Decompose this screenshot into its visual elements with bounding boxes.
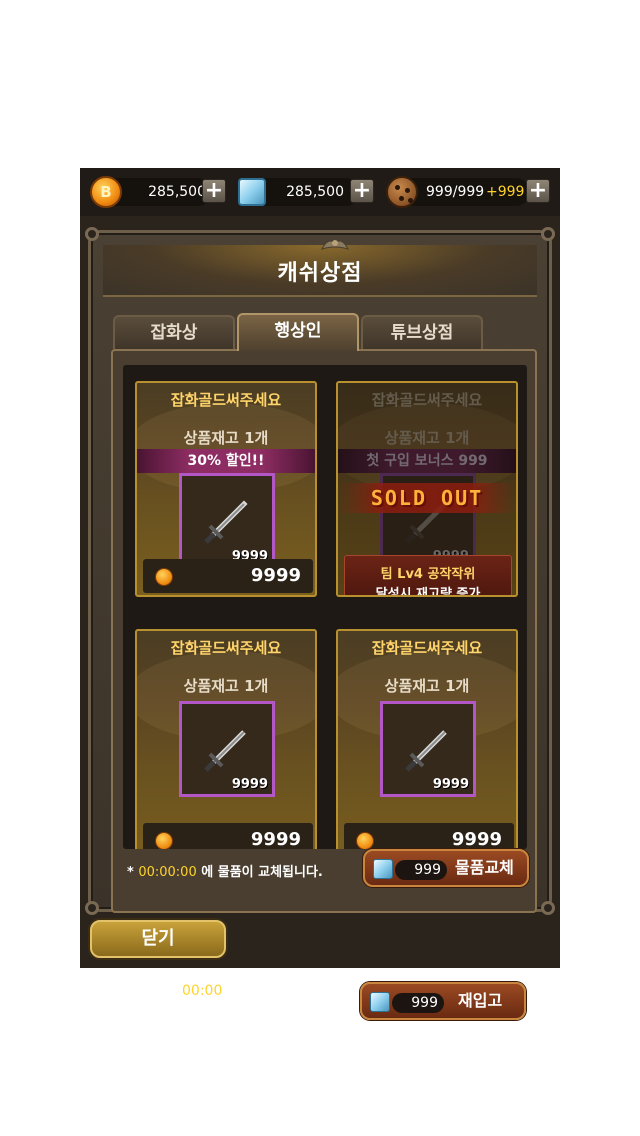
crystal-value: 285,500	[286, 184, 344, 200]
refresh-timer-notice: * 00:00:00 에 물품이 교체됩니다.	[127, 865, 323, 880]
sword-icon	[204, 500, 248, 544]
price-bar[interactable]: 9999	[143, 823, 313, 849]
shop-item-card-sold-out: 잡화골드써주세요 상품재고 1개 첫 구입 보너스 999 9999 SOLD …	[336, 381, 518, 597]
crystal-icon	[370, 992, 390, 1012]
page-title: 캐쉬상점	[277, 261, 363, 286]
restock-cost: 999	[392, 993, 444, 1013]
item-slot: 9999	[380, 701, 476, 797]
item-slot: 9999	[179, 701, 275, 797]
sword-icon	[405, 730, 447, 772]
item-quantity: 9999	[432, 777, 469, 792]
unlock-tip: 팀 Lv4 공작작위 달성시 재고량 증가	[344, 555, 512, 597]
add-cookie-button[interactable]: +	[526, 179, 550, 203]
restock-timer: 00:00	[182, 983, 223, 999]
sword-icon	[204, 730, 246, 772]
add-gold-button[interactable]: +	[202, 179, 226, 203]
exchange-label: 물품교체	[455, 858, 514, 877]
item-price: 9999	[250, 829, 301, 849]
item-quantity: 9999	[231, 777, 268, 792]
tip-line-1: 팀 Lv4 공작작위	[380, 567, 476, 582]
exchange-cost: 999	[395, 860, 447, 880]
close-button[interactable]: 닫기	[90, 920, 226, 958]
shop-item-card[interactable]: 잡화골드써주세요 상품재고 1개 9999 9999	[135, 629, 317, 849]
restock-button[interactable]: 999 재입고	[360, 982, 526, 1020]
add-crystal-button[interactable]: +	[350, 179, 374, 203]
crystal-icon	[373, 859, 393, 879]
item-price: 9999	[250, 565, 301, 586]
cookie-icon	[386, 176, 418, 208]
item-slot: 9999	[179, 473, 275, 569]
gold-coin-icon	[356, 832, 374, 849]
item-stock: 상품재고 1개	[183, 677, 269, 695]
frame-corner-ornament	[541, 227, 555, 241]
price-bar[interactable]: 9999	[344, 823, 514, 849]
item-name: 잡화골드써주세요	[371, 639, 483, 657]
shop-frame: 캐쉬상점 잡화상 튜브상점 잡화골드써주세요 상품재고 1개 30% 할인!!	[85, 227, 555, 915]
discount-banner: 30% 할인!!	[137, 449, 315, 473]
item-name: 잡화골드써주세요	[170, 639, 282, 657]
shop-panel: 캐쉬상점 잡화상 튜브상점 잡화골드써주세요 상품재고 1개 30% 할인!!	[80, 216, 560, 968]
shop-item-card[interactable]: 잡화골드써주세요 상품재고 1개 9999 9999	[336, 629, 518, 849]
gold-coin-icon	[90, 176, 122, 208]
currency-bar: 285,500 + 285,500 + 999/999 +999 +	[80, 168, 560, 216]
item-grid: 잡화골드써주세요 상품재고 1개 30% 할인!! 9999 9999 잡화골드…	[123, 365, 527, 849]
crown-ornament-icon	[321, 240, 349, 250]
frame-corner-ornament	[85, 901, 99, 915]
cookie-bonus: +999	[486, 184, 525, 200]
sold-out-label: SOLD OUT	[338, 483, 516, 513]
price-bar[interactable]: 9999	[143, 559, 313, 593]
restock-label: 재입고	[458, 991, 503, 1010]
gold-coin-icon	[155, 832, 173, 849]
shop-content: 잡화골드써주세요 상품재고 1개 30% 할인!! 9999 9999 잡화골드…	[111, 349, 537, 913]
item-price: 9999	[451, 829, 502, 849]
item-stock: 상품재고 1개	[183, 429, 269, 447]
cookie-value: 999/999	[426, 184, 485, 200]
frame-corner-ornament	[541, 901, 555, 915]
item-stock: 상품재고 1개	[384, 677, 470, 695]
gold-coin-icon	[155, 568, 173, 586]
exchange-items-button[interactable]: 999 물품교체	[363, 849, 529, 887]
title-plate: 캐쉬상점	[103, 240, 537, 297]
gold-value: 285,500	[148, 184, 206, 200]
tab-tube-shop[interactable]: 튜브상점	[361, 315, 483, 349]
tab-peddler[interactable]: 행상인	[237, 313, 359, 351]
crystal-icon	[238, 178, 266, 206]
shop-item-card[interactable]: 잡화골드써주세요 상품재고 1개 30% 할인!! 9999 9999	[135, 381, 317, 597]
refresh-timer: 00:00:00	[138, 865, 197, 880]
tab-general-store[interactable]: 잡화상	[113, 315, 235, 349]
item-name: 잡화골드써주세요	[170, 391, 282, 409]
frame-corner-ornament	[85, 227, 99, 241]
tip-line-2: 달성시 재고량 증가	[375, 587, 481, 597]
